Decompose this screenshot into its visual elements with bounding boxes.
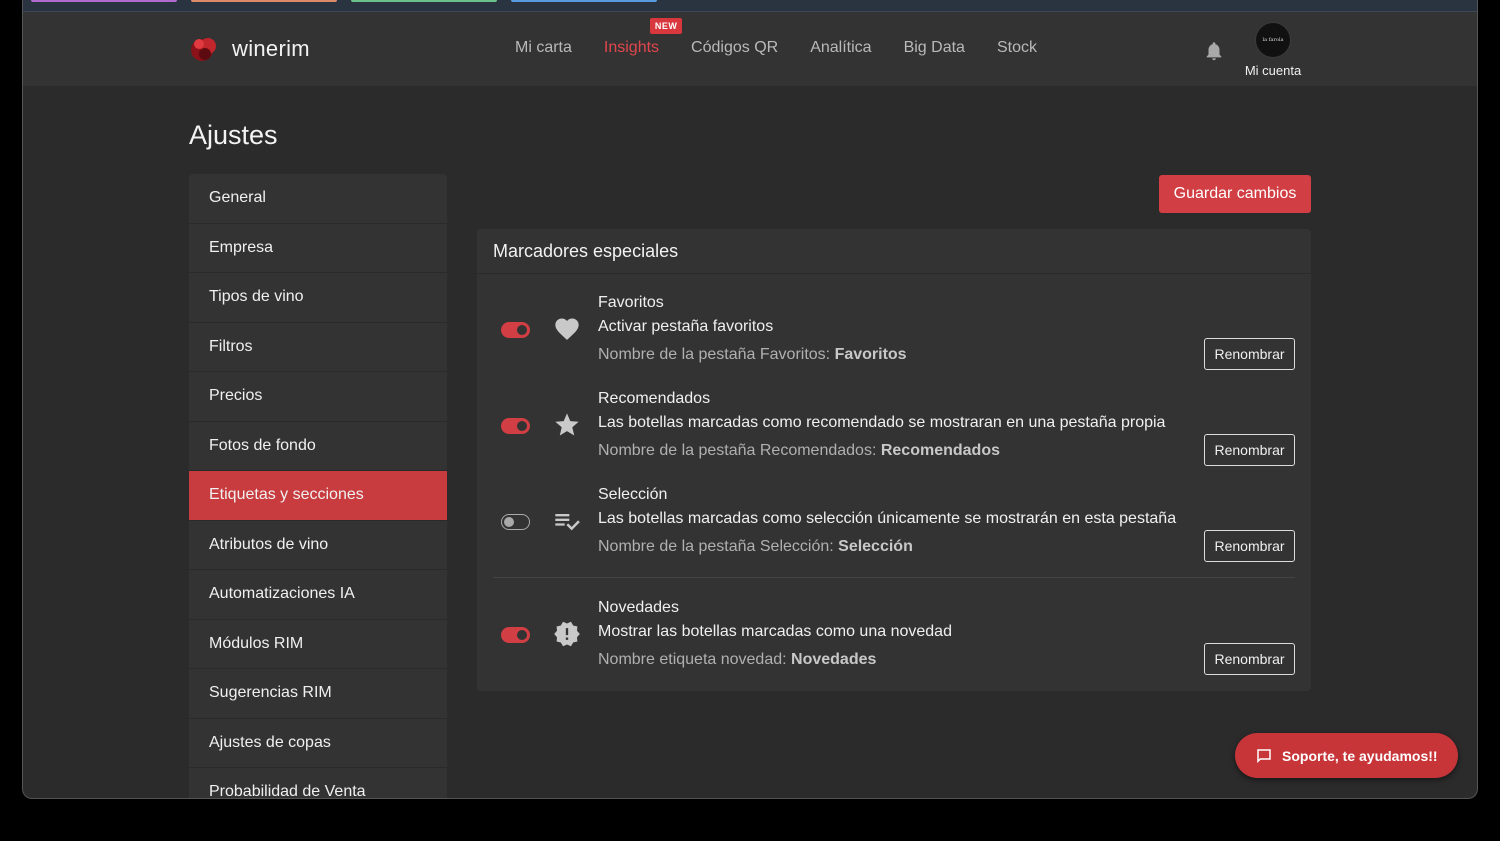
rename-button-seleccion[interactable]: Renombrar [1204,530,1295,562]
nav-insights[interactable]: Insights NEW [603,18,683,57]
row-tab-name-value: Selección [838,538,913,555]
heart-icon [553,315,581,343]
row-description: Mostrar las botellas marcadas como una n… [598,623,952,640]
sidebar-item-sugerencias-rim[interactable]: Sugerencias RIM [189,669,447,719]
row-tab-name: Nombre de la pestaña Favoritos: Favorito… [598,343,907,367]
tab-indicator[interactable] [511,0,657,2]
recomendados-text: Recomendados Las botellas marcadas como … [598,387,1165,463]
sidebar-item-tipos-de-vino[interactable]: Tipos de vino [189,273,447,323]
row-tab-name-prefix: Nombre de la pestaña Favoritos: [598,346,835,363]
nav-stock[interactable]: Stock [997,39,1037,57]
row-tab-name-prefix: Nombre de la pestaña Recomendados: [598,442,881,459]
tab-indicator[interactable] [31,0,177,2]
main-nav: Mi carta Insights NEW Códigos QR Analíti… [515,18,1069,57]
row-title: Selección [598,486,668,503]
browser-tab-strip [23,0,1477,12]
row-description: Las botellas marcadas como selección úni… [598,510,1177,527]
sidebar-item-filtros[interactable]: Filtros [189,323,447,372]
sidebar-item-atributos-de-vino[interactable]: Atributos de vino [189,521,447,570]
special-markers-card: Marcadores especiales Favoritos Activar … [477,229,1311,691]
account-menu[interactable]: la farola Mi cuenta [1239,22,1307,78]
seleccion-text: Selección Las botellas marcadas como sel… [598,483,1176,559]
nav-codigos-qr[interactable]: Códigos QR [691,39,778,57]
novedades-toggle[interactable] [501,627,530,643]
wine-glass-logo-icon [189,34,219,64]
account-label: Mi cuenta [1244,63,1302,78]
new-badge: NEW [649,18,683,34]
tab-indicator[interactable] [351,0,497,2]
marker-row-recomendados: Recomendados Las botellas marcadas como … [477,387,1311,483]
playlist-check-icon [553,507,581,535]
sidebar-item-ajustes-de-copas[interactable]: Ajustes de copas [189,719,447,768]
seleccion-toggle[interactable] [501,514,530,530]
row-description: Activar pestaña favoritos [598,318,774,335]
card-title: Marcadores especiales [477,229,1311,274]
nav-insights-label: Insights [603,39,660,56]
support-label: Soporte, te ayudamos!! [1282,747,1438,764]
app-window: winerim Mi carta Insights NEW Códigos QR… [22,0,1478,799]
rename-button-favoritos[interactable]: Renombrar [1204,338,1295,370]
row-tab-name-value: Favoritos [834,346,907,363]
novedades-text: Novedades Mostrar las botellas marcadas … [598,596,952,672]
row-tab-name-value: Recomendados [880,442,1000,459]
row-tab-name: Nombre de la pestaña Selección: Selecció… [598,535,1176,559]
page-title: Ajustes [189,120,278,150]
settings-sidebar: General Empresa Tipos de vino Filtros Pr… [189,174,447,798]
sidebar-item-empresa[interactable]: Empresa [189,224,447,273]
brand-logo[interactable]: winerim [189,34,310,64]
sidebar-item-automatizaciones-ia[interactable]: Automatizaciones IA [189,570,447,620]
rename-button-novedades[interactable]: Renombrar [1204,643,1295,675]
row-tab-name-prefix: Nombre etiqueta novedad: [598,651,792,668]
sidebar-item-precios[interactable]: Precios [189,372,447,422]
row-tab-name-value: Novedades [791,651,877,668]
row-title: Novedades [598,599,679,616]
sidebar-item-fotos-de-fondo[interactable]: Fotos de fondo [189,422,447,471]
row-tab-name: Nombre de la pestaña Recomendados: Recom… [598,439,1165,463]
favoritos-toggle[interactable] [501,322,530,338]
chat-bubble-icon [1257,748,1271,763]
marker-row-favoritos: Favoritos Activar pestaña favoritos Nomb… [477,291,1311,387]
row-title: Favoritos [598,294,664,311]
section-divider [493,577,1295,578]
save-changes-button[interactable]: Guardar cambios [1159,175,1311,213]
tab-indicator[interactable] [191,0,337,2]
avatar: la farola [1255,22,1291,58]
support-chat-button[interactable]: Soporte, te ayudamos!! [1235,733,1458,778]
marker-row-seleccion: Selección Las botellas marcadas como sel… [477,483,1311,579]
bell-icon[interactable] [1203,39,1225,63]
star-icon [553,411,581,439]
top-navbar: winerim Mi carta Insights NEW Códigos QR… [23,12,1477,86]
nav-mi-carta[interactable]: Mi carta [515,39,572,57]
recomendados-toggle[interactable] [501,418,530,434]
sidebar-item-etiquetas-y-secciones[interactable]: Etiquetas y secciones [189,471,447,521]
row-description: Las botellas marcadas como recomendado s… [598,414,1166,431]
nav-analitica[interactable]: Analítica [810,39,871,57]
new-releases-icon [553,620,581,648]
sidebar-item-probabilidad-de-venta[interactable]: Probabilidad de Venta [189,768,447,798]
avatar-text: la farola [1262,37,1284,43]
row-title: Recomendados [598,390,711,407]
brand-name: winerim [232,36,310,61]
rename-button-recomendados[interactable]: Renombrar [1204,434,1295,466]
sidebar-item-general[interactable]: General [189,174,447,224]
nav-big-data[interactable]: Big Data [904,39,965,57]
row-tab-name-prefix: Nombre de la pestaña Selección: [598,538,839,555]
marker-row-novedades: Novedades Mostrar las botellas marcadas … [477,596,1311,692]
favoritos-text: Favoritos Activar pestaña favoritos Nomb… [598,291,907,367]
row-tab-name: Nombre etiqueta novedad: Novedades [598,648,952,672]
sidebar-item-modulos-rim[interactable]: Módulos RIM [189,620,447,669]
